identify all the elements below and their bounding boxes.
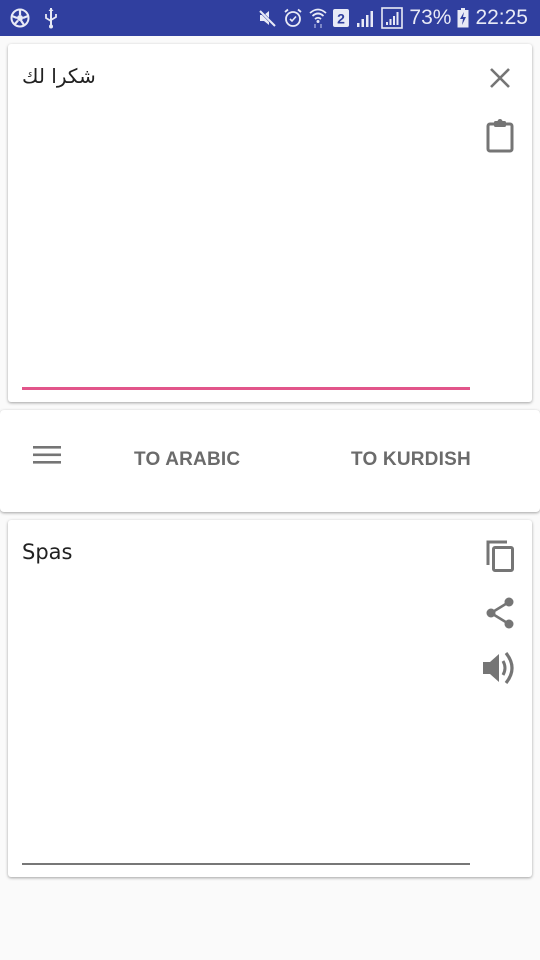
clock: 22:25	[475, 6, 528, 29]
output-card: Spas	[8, 520, 532, 877]
clipboard-icon	[486, 118, 514, 158]
battery-charging-icon	[457, 8, 469, 28]
battery-percent: 73%	[409, 6, 452, 29]
status-bar: 2 73% 22:25	[0, 0, 540, 36]
copy-icon	[485, 539, 515, 578]
translated-text: Spas	[22, 540, 73, 564]
input-underline	[22, 387, 470, 390]
output-underline	[22, 863, 470, 865]
speak-button[interactable]	[480, 650, 520, 690]
signal-boxed-icon	[381, 7, 404, 29]
alarm-icon	[283, 8, 303, 28]
aperture-icon	[10, 8, 30, 28]
copy-button[interactable]	[480, 538, 520, 578]
menu-button[interactable]	[27, 437, 67, 477]
usb-icon	[44, 7, 58, 29]
status-right-icons: 2 73% 22:25	[257, 0, 528, 36]
status-left-icons	[10, 0, 58, 36]
paste-button[interactable]	[480, 118, 520, 158]
source-text-input[interactable]: شكرا لك	[22, 64, 96, 88]
clear-button[interactable]	[480, 60, 520, 100]
share-button[interactable]	[480, 595, 520, 635]
to-arabic-button[interactable]: TO ARABIC	[134, 440, 240, 480]
sim-2-icon: 2	[333, 9, 350, 27]
sim-number: 2	[338, 11, 346, 27]
input-card: شكرا لك	[8, 44, 532, 402]
mute-icon	[257, 8, 277, 28]
toolbar-card: TO ARABIC TO KURDISH	[0, 410, 540, 512]
close-icon	[488, 66, 512, 95]
to-kurdish-button[interactable]: TO KURDISH	[351, 440, 471, 480]
volume-icon	[482, 650, 518, 691]
wifi-icon	[309, 7, 327, 29]
share-icon	[485, 597, 515, 634]
signal-icon	[355, 8, 375, 28]
menu-icon	[33, 445, 61, 470]
